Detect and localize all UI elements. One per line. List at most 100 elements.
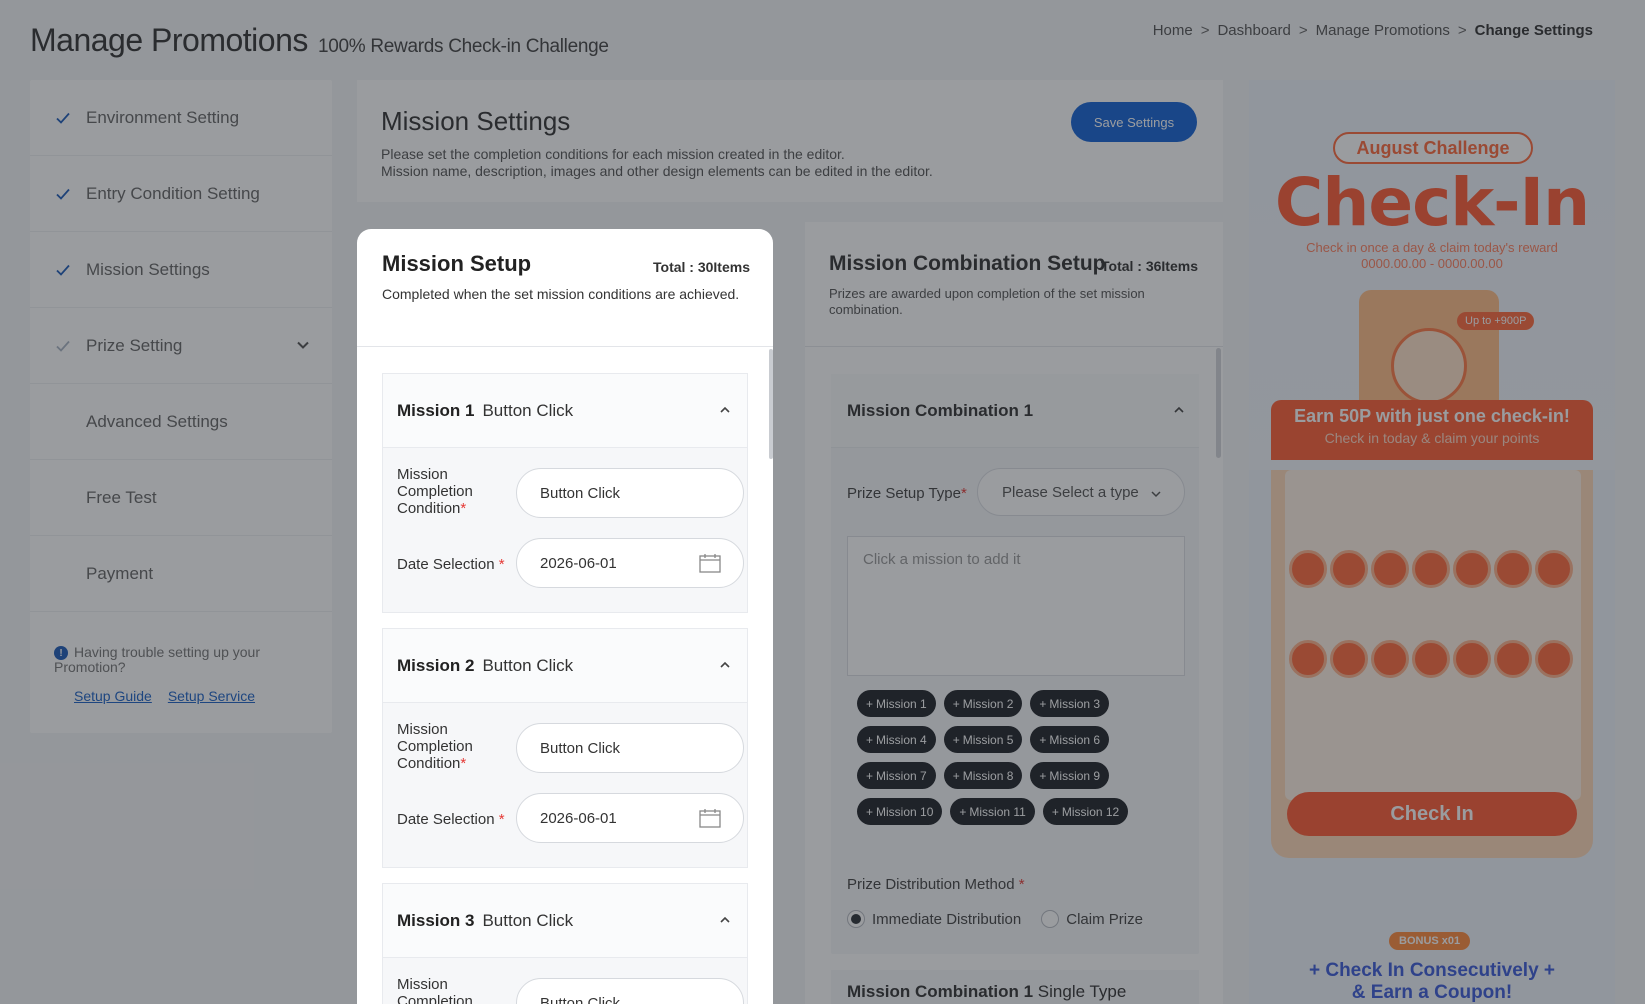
completion-condition-field[interactable]: Button Click [516,468,744,518]
date-selection-field[interactable]: 2026-06-01 [516,793,744,843]
combination-block-next[interactable]: Mission Combination 1 Single Type [831,970,1199,1004]
breadcrumb-separator: > [1457,22,1467,39]
combination-title: Mission Combination Setup [829,252,1106,275]
mission-chip-label: Mission 7 [876,768,927,783]
sidebar-item-label: Payment [86,563,154,583]
check-in-button[interactable]: Check In [1287,792,1577,836]
mission-chip[interactable]: + Mission 12 [1042,798,1129,825]
stamp-dot [1412,550,1450,588]
mission-chip[interactable]: + Mission 3 [1030,690,1110,717]
preview-earn-sub: Check in today & claim your points [1324,430,1540,446]
check-icon [54,185,72,203]
stamp-dot [1371,640,1409,678]
mission-chip[interactable]: + Mission 5 [943,726,1023,753]
mission-chip[interactable]: + Mission 9 [1030,762,1110,789]
mission-header[interactable]: Mission 3 Button Click [383,884,747,958]
breadcrumb-manage-promotions[interactable]: Manage Promotions [1316,22,1450,39]
radio-immediate-distribution[interactable]: Immediate Distribution [847,910,1021,928]
required-mark: * [498,556,505,573]
stamp-dot [1494,640,1532,678]
scrollbar[interactable] [769,349,773,459]
mission-settings-desc: Please set the completion conditions for… [381,146,933,180]
sidebar-item-prize-setting[interactable]: Prize Setting [30,308,332,384]
breadcrumb-separator: > [1298,22,1308,39]
mission-chip-label: Mission 11 [969,804,1026,819]
preview-headline: Check-In [1274,164,1590,241]
distribution-label: Prize Distribution Method * [847,876,1025,893]
mission-settings-desc-line2: Mission name, description, images and ot… [381,163,933,179]
chevron-up-icon[interactable] [1173,404,1185,416]
mission-chip-label: Mission 12 [1061,804,1120,819]
stamp-dot [1412,640,1450,678]
scrollbar[interactable] [1216,348,1221,458]
mission-drop-zone[interactable]: Click a mission to add it [847,536,1185,676]
completion-condition-field[interactable]: Button Click [516,978,744,1004]
help-text: ! Having trouble setting up your Promotio… [54,645,314,675]
stamp-dot [1330,550,1368,588]
plus-icon: + [1039,768,1047,783]
completion-condition-field[interactable]: Button Click [516,723,744,773]
preview-upto-badge: Up to +900P [1457,312,1535,330]
sidebar-item-label: Environment Setting [86,107,240,127]
preview-line1: Check in once a day & claim today's rewa… [1306,240,1558,255]
mission-chip-label: Mission 4 [876,732,927,747]
mission-header[interactable]: Mission 1 Button Click [383,374,747,448]
mission-chip-label: Mission 8 [962,768,1014,783]
combination-next-title: Mission Combination 1 [847,982,1034,1001]
chevron-up-icon[interactable] [719,404,731,416]
mission-chip-label: Mission 3 [1049,696,1101,711]
radio-unselected-icon[interactable] [1041,910,1060,928]
completion-condition-label: Mission Completion Condition [397,976,507,1004]
mission-setup-desc: Completed when the set mission condition… [382,286,740,302]
breadcrumb-dashboard[interactable]: Dashboard [1217,22,1290,39]
setup-guide-link[interactable]: Setup Guide [74,688,152,704]
mission-chip[interactable]: + Mission 2 [943,690,1023,717]
chevron-down-icon[interactable] [296,338,310,352]
save-settings-button[interactable]: Save Settings [1071,102,1197,142]
bonus-badge: BONUS x01 [1389,932,1471,950]
chevron-up-icon[interactable] [719,914,731,926]
combination-block-header[interactable]: Mission Combination 1 [831,374,1199,448]
mission-chip[interactable]: + Mission 8 [943,762,1023,789]
sidebar-item-advanced-settings[interactable]: Advanced Settings [30,384,332,460]
setup-service-link[interactable]: Setup Service [168,688,255,704]
radio-claim-prize[interactable]: Claim Prize [1041,910,1143,928]
mission-chip[interactable]: + Mission 6 [1030,726,1110,753]
mission-block-3: Mission 3 Button Click Mission Completio… [382,883,748,1004]
mission-chip[interactable]: + Mission 11 [950,798,1035,825]
mission-chip[interactable]: + Mission 7 [857,762,936,789]
combination-desc: Prizes are awarded upon completion of th… [829,286,1145,317]
date-value: 2026-06-01 [540,554,617,572]
sidebar-item-payment[interactable]: Payment [30,536,332,612]
mission-chip-label: Mission 1 [876,696,927,711]
chevron-up-icon[interactable] [719,659,731,671]
breadcrumb-home[interactable]: Home [1153,22,1193,39]
mission-chip[interactable]: + Mission 10 [857,798,943,825]
completion-condition-value: Button Click [540,484,621,502]
plus-icon: + [866,696,874,711]
plus-icon: + [952,768,960,783]
calendar-icon[interactable] [699,553,721,573]
completion-condition-value: Button Click [540,994,621,1004]
breadcrumb: Home > Dashboard > Manage Promotions > C… [1153,22,1593,39]
mission-chip[interactable]: + Mission 4 [857,726,936,753]
mission-type: Button Click [482,910,574,930]
date-selection-field[interactable]: 2026-06-01 [516,538,744,588]
date-selection-label: Date Selection * [397,556,505,573]
sidebar-item-entry-condition[interactable]: Entry Condition Setting [30,156,332,232]
mission-chip[interactable]: + Mission 1 [857,690,936,717]
mission-header[interactable]: Mission 2 Button Click [383,629,747,703]
plus-icon: + [1051,804,1059,819]
sidebar-item-environment[interactable]: Environment Setting [30,80,332,156]
stamp-grid [1285,470,1581,800]
prize-type-label-text: Prize Setup Type [847,485,961,502]
plus-icon: + [952,696,960,711]
calendar-icon[interactable] [699,808,721,828]
radio-selected-icon[interactable] [847,910,865,928]
mission-chip-label: Mission 2 [962,696,1014,711]
sidebar-item-mission-settings[interactable]: Mission Settings [30,232,332,308]
prize-type-select[interactable]: Please Select a type [977,468,1185,516]
mission-block-1: Mission 1 Button Click Mission Completio… [382,373,748,613]
sidebar-item-free-test[interactable]: Free Test [30,460,332,536]
info-icon: ! [54,646,68,660]
